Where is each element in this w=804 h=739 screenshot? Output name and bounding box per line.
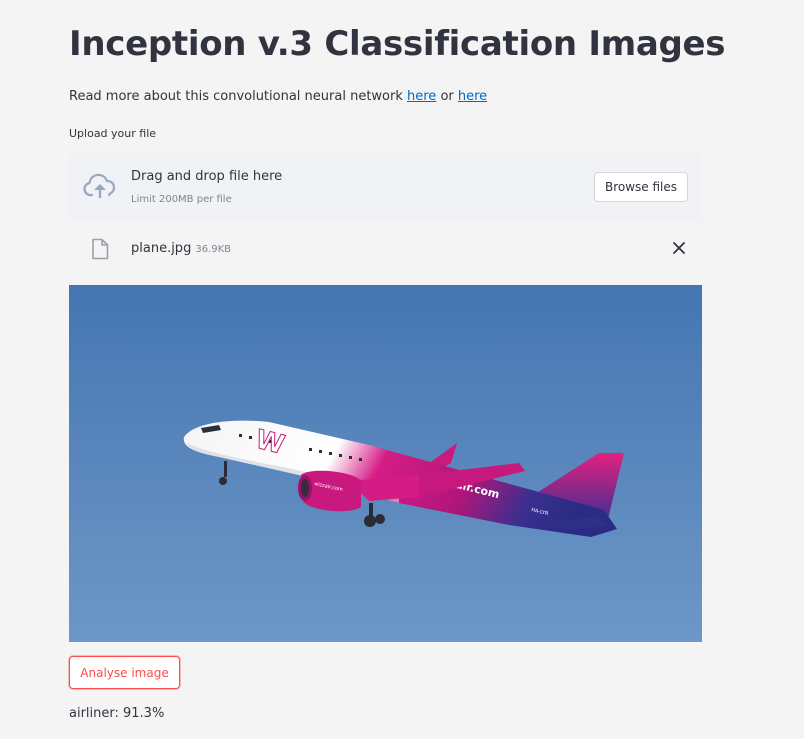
intro-text: Read more about this convolutional neura… [69, 89, 487, 104]
reference-link-1[interactable]: here [407, 89, 436, 104]
analyse-image-button[interactable]: Analyse image [69, 656, 180, 689]
intro-middle: or [436, 89, 458, 104]
file-dropzone[interactable]: Drag and drop file here Limit 200MB per … [69, 153, 702, 221]
dropzone-instructions: Drag and drop file here [131, 169, 283, 184]
airplane-photo: W wizzair.com HA-LYR wizzair.com [69, 285, 702, 642]
file-name-container: plane.jpg 36.9KB [131, 241, 231, 256]
classification-result: airliner: 91.3% [69, 706, 165, 721]
cloud-upload-icon [83, 173, 116, 198]
reference-link-2[interactable]: here [458, 89, 487, 104]
uploaded-file-item: plane.jpg 36.9KB [69, 230, 702, 268]
browse-files-button[interactable]: Browse files [594, 172, 688, 202]
file-size: 36.9KB [195, 244, 232, 255]
page: Inception v.3 Classification Images Read… [0, 0, 804, 739]
file-name: plane.jpg [131, 241, 192, 256]
dropzone-limit: Limit 200MB per file [131, 194, 232, 205]
file-icon [92, 238, 109, 260]
intro-prefix: Read more about this convolutional neura… [69, 89, 408, 104]
upload-label: Upload your file [69, 127, 157, 140]
close-icon[interactable] [670, 239, 688, 257]
uploaded-image: W wizzair.com HA-LYR wizzair.com [69, 285, 702, 642]
page-title: Inception v.3 Classification Images [69, 24, 726, 64]
